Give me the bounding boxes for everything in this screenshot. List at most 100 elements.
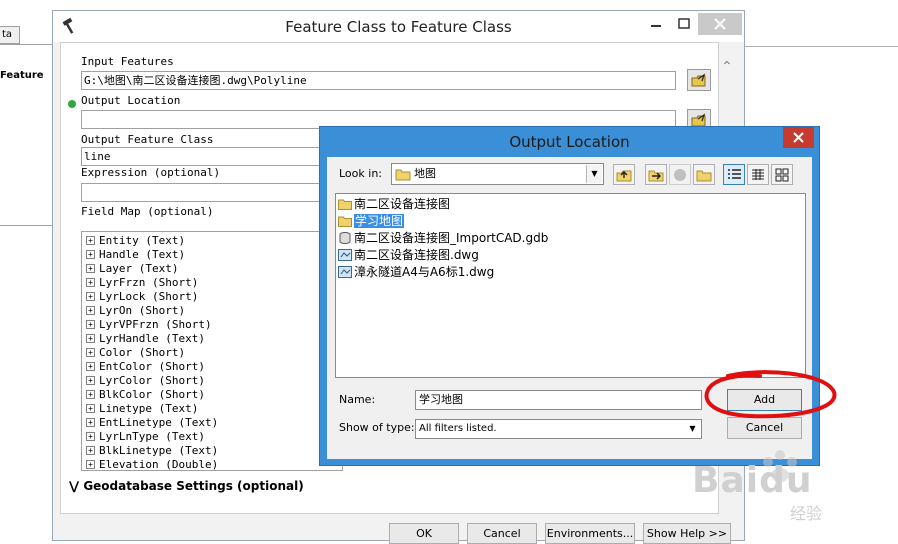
output-cancel-button[interactable]: Cancel <box>727 417 802 439</box>
expand-plus-icon[interactable]: + <box>86 249 95 259</box>
input-features-label: Input Features <box>81 55 174 68</box>
details-view-icon <box>752 169 764 180</box>
input-features-field[interactable]: G:\地图\南二区设备连接图.dwg\Polyline <box>81 71 676 90</box>
connect-folder-icon <box>648 170 664 182</box>
background-divider <box>0 44 52 45</box>
field-map-item[interactable]: + EntLinetype (Text) <box>86 416 218 430</box>
background-app-left: ta Feature <box>0 0 52 541</box>
up-one-level-button[interactable] <box>613 164 635 185</box>
output-dialog-title: Output Location <box>509 133 630 151</box>
expand-plus-icon[interactable]: + <box>86 235 95 245</box>
up-folder-icon <box>616 170 632 182</box>
field-map-item[interactable]: + LyrOn (Short) <box>86 304 185 318</box>
expand-plus-icon[interactable]: + <box>86 459 95 469</box>
expand-plus-icon[interactable]: + <box>86 263 95 273</box>
file-item[interactable]: 南二区设备连接图.dwg <box>338 247 479 264</box>
maximize-button[interactable] <box>670 13 698 35</box>
name-label: Name: <box>339 393 376 406</box>
expand-plus-icon[interactable]: + <box>86 347 95 357</box>
open-folder-icon <box>691 73 706 87</box>
watermark-subtext: 经验 <box>790 504 823 523</box>
folder-icon <box>338 199 352 210</box>
field-map-item[interactable]: + Handle (Text) <box>86 248 185 262</box>
background-divider <box>0 225 52 226</box>
expand-plus-icon[interactable]: + <box>86 375 95 385</box>
file-item[interactable]: 漳永隧道A4与A6标1.dwg <box>338 264 494 281</box>
details-view-button[interactable] <box>747 164 769 185</box>
expand-plus-icon[interactable]: + <box>86 431 95 441</box>
expression-label: Expression (optional) <box>81 166 221 179</box>
name-input[interactable]: 学习地图 <box>415 390 702 410</box>
field-map-item[interactable]: + Linetype (Text) <box>86 402 198 416</box>
dropdown-arrow-icon[interactable]: ▼ <box>586 165 602 183</box>
look-in-label: Look in: <box>339 167 382 180</box>
expand-plus-icon[interactable]: + <box>86 305 95 315</box>
double-chevron-down-icon: ⋁ <box>69 479 80 493</box>
close-icon <box>714 18 726 30</box>
input-features-browse-button[interactable] <box>687 69 711 91</box>
field-map-item[interactable]: + LyrHandle (Text) <box>86 332 205 346</box>
field-map-item[interactable]: + LyrLock (Short) <box>86 290 198 304</box>
expand-plus-icon[interactable]: + <box>86 361 95 371</box>
cad-drawing-icon <box>338 248 352 261</box>
main-dialog-titlebar[interactable]: Feature Class to Feature Class <box>53 11 744 42</box>
expand-plus-icon[interactable]: + <box>86 445 95 455</box>
cad-drawing-icon <box>338 265 352 278</box>
field-map-label: Field Map (optional) <box>81 205 214 218</box>
red-circle-annotation <box>704 370 837 419</box>
main-dialog-button-bar: OK Cancel Environments... Show Help >> <box>53 515 744 544</box>
background-tab[interactable]: ta <box>0 26 20 44</box>
field-map-item[interactable]: + LyrLnType (Text) <box>86 430 205 444</box>
list-view-icon <box>728 169 741 179</box>
file-browser-list[interactable]: 南二区设备连接图 学习地图 南二区设备连接图_ImportCAD.gdb 南二区… <box>335 193 806 378</box>
expand-plus-icon[interactable]: + <box>86 333 95 343</box>
output-dialog-titlebar[interactable]: Output Location <box>320 127 819 157</box>
file-item-selected[interactable]: 学习地图 <box>338 213 405 230</box>
field-map-item[interactable]: + Elevation (Double) <box>86 458 218 470</box>
thumbnail-view-icon <box>775 168 789 182</box>
expand-plus-icon[interactable]: + <box>86 277 95 287</box>
main-close-button[interactable] <box>698 13 742 35</box>
geodatabase-icon <box>339 231 351 244</box>
expand-plus-icon[interactable]: + <box>86 403 95 413</box>
background-feature-label: Feature <box>0 70 44 81</box>
connect-folder-button[interactable] <box>645 164 667 185</box>
file-item[interactable]: 南二区设备连接图_ImportCAD.gdb <box>338 230 548 247</box>
file-item[interactable]: 南二区设备连接图 <box>338 196 450 213</box>
valid-indicator-dot <box>68 100 76 108</box>
field-map-item[interactable]: + Color (Short) <box>86 346 185 360</box>
dropdown-arrow-icon[interactable]: ▼ <box>685 421 700 437</box>
field-map-item[interactable]: + LyrColor (Short) <box>86 374 205 388</box>
new-folder-button[interactable] <box>693 164 715 185</box>
field-map-list[interactable]: + Entity (Text) + Handle (Text) + Layer (Te… <box>81 231 343 471</box>
geodatabase-settings-toggle[interactable]: ⋁ Geodatabase Settings (optional) <box>69 479 304 493</box>
watermark-text: Baidu <box>692 460 813 501</box>
field-map-item[interactable]: + BlkLinetype (Text) <box>86 444 218 458</box>
expand-plus-icon[interactable]: + <box>86 389 95 399</box>
look-in-dropdown[interactable]: 地图 ▼ <box>391 163 604 185</box>
background-divider <box>745 46 898 47</box>
list-view-button[interactable] <box>723 164 745 185</box>
field-map-item[interactable]: + Layer (Text) <box>86 262 178 276</box>
expression-field[interactable] <box>81 183 321 202</box>
field-map-item[interactable]: + LyrFrzn (Short) <box>86 276 198 290</box>
maximize-icon <box>678 18 690 29</box>
field-map-item[interactable]: + LyrVPFrzn (Short) <box>86 318 212 332</box>
main-dialog-title: Feature Class to Feature Class <box>285 18 512 36</box>
field-map-item[interactable]: + Entity (Text) <box>86 234 185 248</box>
output-close-button[interactable] <box>783 127 814 148</box>
expand-plus-icon[interactable]: + <box>86 417 95 427</box>
field-map-item[interactable]: + EntColor (Short) <box>86 360 205 374</box>
expand-plus-icon[interactable]: + <box>86 319 95 329</box>
scroll-up-chevron-icon[interactable]: ⌃ <box>721 59 733 75</box>
field-map-item[interactable]: + BlkColor (Short) <box>86 388 205 402</box>
expand-plus-icon[interactable]: + <box>86 291 95 301</box>
output-location-label: Output Location <box>81 94 181 107</box>
show-of-type-dropdown[interactable]: All filters listed. ▼ <box>415 419 702 439</box>
disconnect-folder-button[interactable] <box>669 164 691 185</box>
output-feature-class-field[interactable]: line <box>81 147 321 166</box>
show-of-type-label: Show of type: <box>339 421 415 434</box>
thumbnail-view-button[interactable] <box>771 164 793 185</box>
output-feature-class-label: Output Feature Class <box>81 133 214 146</box>
minimize-button[interactable] <box>642 13 670 35</box>
